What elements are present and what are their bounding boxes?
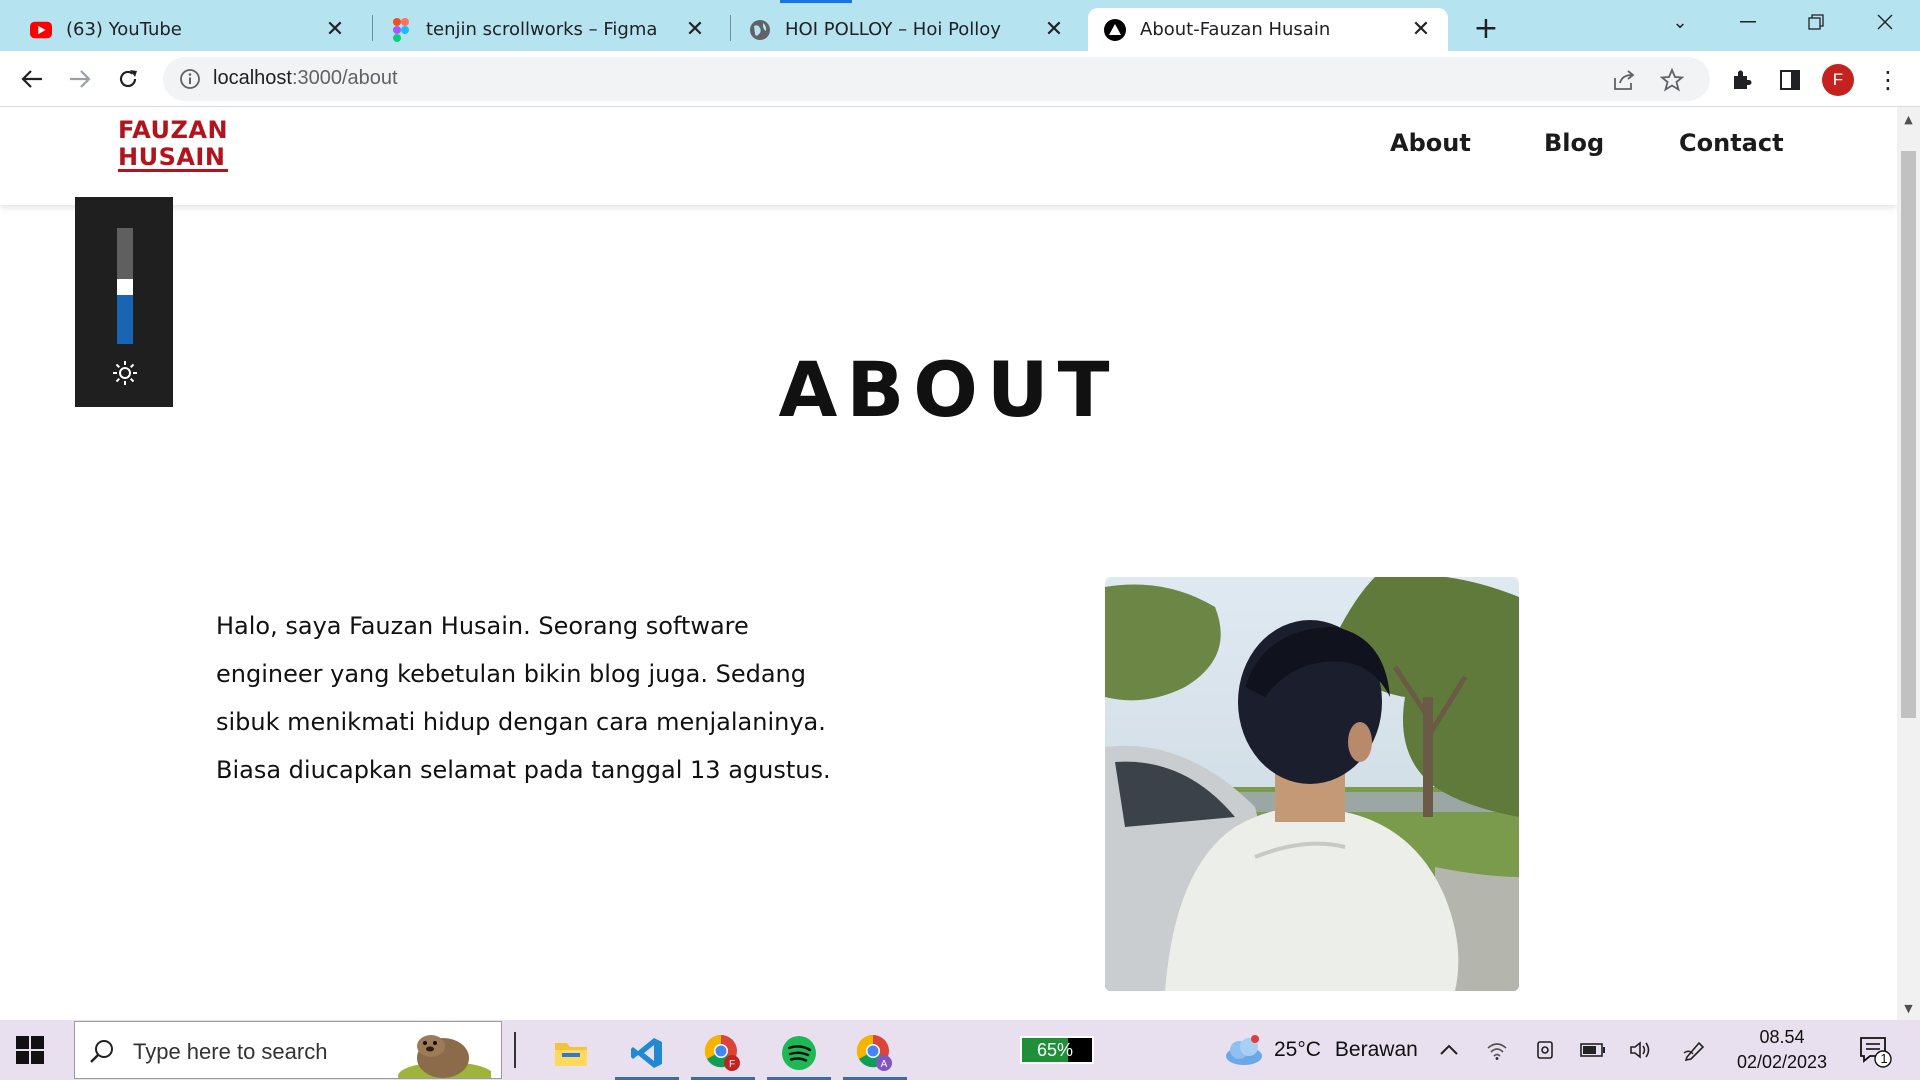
share-icon[interactable] bbox=[1611, 67, 1637, 93]
page-viewport: FAUZAN HUSAIN About Blog Contact ABOUT H… bbox=[0, 107, 1897, 1020]
tab-separator bbox=[372, 15, 373, 41]
loading-indicator bbox=[780, 0, 852, 3]
sun-icon bbox=[113, 361, 137, 385]
address-bar[interactable]: localhost:3000/about bbox=[163, 57, 1710, 101]
file-explorer-icon[interactable] bbox=[535, 1026, 607, 1080]
clock-time: 08.54 bbox=[1759, 1027, 1805, 1047]
site-logo[interactable]: FAUZAN HUSAIN bbox=[118, 117, 228, 171]
battery-percentage-widget[interactable]: 65% bbox=[1020, 1036, 1094, 1064]
url-path: :3000/about bbox=[291, 67, 398, 89]
forward-button[interactable] bbox=[62, 61, 98, 97]
brightness-flyout bbox=[75, 197, 173, 407]
nav-link-contact[interactable]: Contact bbox=[1679, 129, 1784, 157]
taskbar-search-box[interactable]: Type here to search bbox=[74, 1021, 502, 1079]
battery-icon[interactable] bbox=[1580, 1037, 1606, 1063]
tab-title: tenjin scrollworks – Figma bbox=[426, 19, 658, 40]
vscode-icon[interactable] bbox=[611, 1026, 683, 1080]
scrollbar-thumb[interactable] bbox=[1901, 151, 1916, 718]
close-tab-icon[interactable]: ✕ bbox=[324, 17, 346, 42]
svg-text:A: A bbox=[881, 1059, 888, 1070]
tab-hoi-polloy[interactable]: HOI POLLOY – Hoi Polloy ✕ bbox=[733, 8, 1081, 51]
weather-widget[interactable]: 25°C Berawan bbox=[1224, 1034, 1418, 1066]
youtube-icon bbox=[30, 19, 52, 41]
nav-link-blog[interactable]: Blog bbox=[1544, 129, 1604, 157]
scroll-down-arrow-icon[interactable]: ▼ bbox=[1897, 998, 1920, 1018]
tab-title: HOI POLLOY – Hoi Polloy bbox=[785, 19, 1001, 40]
triangle-logo-icon bbox=[1104, 18, 1126, 41]
close-tab-icon[interactable]: ✕ bbox=[1043, 17, 1065, 42]
windows-start-icon[interactable] bbox=[16, 1036, 44, 1064]
logo-underline bbox=[118, 169, 228, 172]
extensions-puzzle-icon[interactable] bbox=[1728, 66, 1756, 94]
logo-line-2: HUSAIN bbox=[118, 143, 226, 171]
groundhog-search-highlight-icon bbox=[398, 1035, 491, 1078]
volume-icon[interactable] bbox=[1628, 1037, 1654, 1063]
close-tab-icon[interactable]: ✕ bbox=[684, 17, 706, 42]
bookmark-star-icon[interactable] bbox=[1659, 67, 1685, 93]
tab-title: About-Fauzan Husain bbox=[1140, 19, 1331, 40]
svg-text:F: F bbox=[729, 1059, 735, 1070]
tab-search-chevron-icon[interactable]: ⌄ bbox=[1650, 0, 1710, 44]
tab-separator bbox=[730, 15, 731, 41]
chrome-profile-f-icon[interactable]: F bbox=[687, 1026, 759, 1080]
close-tab-icon[interactable]: ✕ bbox=[1410, 17, 1432, 42]
logo-line-1: FAUZAN bbox=[118, 116, 229, 144]
scroll-up-arrow-icon[interactable]: ▲ bbox=[1897, 109, 1920, 129]
menu-kebab-icon[interactable]: ⋮ bbox=[1874, 66, 1902, 94]
tab-title: (63) YouTube bbox=[66, 19, 182, 40]
reload-button[interactable] bbox=[110, 61, 146, 97]
side-panel-icon[interactable] bbox=[1776, 66, 1804, 94]
notification-count-badge: 1 bbox=[1880, 1051, 1888, 1066]
back-button[interactable] bbox=[14, 61, 50, 97]
spotify-icon[interactable] bbox=[763, 1026, 835, 1080]
new-tab-button[interactable]: + bbox=[1468, 10, 1504, 46]
page-scrollbar[interactable]: ▲ ▼ bbox=[1897, 107, 1920, 1020]
show-hidden-icons-chevron-icon[interactable] bbox=[1436, 1037, 1462, 1063]
url-host: localhost bbox=[213, 67, 292, 89]
minimize-button[interactable] bbox=[1718, 0, 1778, 44]
close-window-button[interactable] bbox=[1855, 0, 1915, 44]
about-bio: Halo, saya Fauzan Husain. Seorang softwa… bbox=[216, 612, 831, 784]
site-header: FAUZAN HUSAIN About Blog Contact bbox=[0, 107, 1897, 205]
weather-description: Berawan bbox=[1334, 1038, 1418, 1061]
pen-ink-icon[interactable] bbox=[1682, 1037, 1708, 1063]
restore-button[interactable] bbox=[1786, 0, 1846, 44]
browser-toolbar: localhost:3000/about F ⋮ bbox=[0, 51, 1920, 107]
system-clock[interactable]: 08.54 02/02/2023 bbox=[1724, 1025, 1840, 1075]
windows-taskbar: Type here to search F A 65% 25°C Berawan bbox=[0, 1020, 1920, 1080]
chrome-profile-a-icon[interactable]: A bbox=[839, 1026, 911, 1080]
tab-about-active[interactable]: About-Fauzan Husain ✕ bbox=[1088, 8, 1448, 51]
taskbar-divider bbox=[514, 1032, 516, 1068]
tab-youtube[interactable]: (63) YouTube ✕ bbox=[14, 8, 362, 51]
meet-now-icon[interactable] bbox=[1532, 1037, 1558, 1063]
brightness-slider-thumb[interactable] bbox=[117, 279, 133, 295]
battery-percent-text: 65% bbox=[1036, 1040, 1074, 1060]
page-title: ABOUT bbox=[778, 345, 1119, 434]
clock-date: 02/02/2023 bbox=[1736, 1052, 1828, 1072]
tab-strip: (63) YouTube ✕ tenjin scrollworks – Figm… bbox=[0, 0, 1920, 51]
cloudy-weather-icon bbox=[1226, 1035, 1262, 1065]
tab-figma[interactable]: tenjin scrollworks – Figma ✕ bbox=[374, 8, 722, 51]
search-placeholder: Type here to search bbox=[133, 1039, 328, 1064]
wifi-icon[interactable] bbox=[1484, 1037, 1510, 1063]
profile-photo bbox=[1105, 577, 1519, 991]
site-info-icon[interactable] bbox=[179, 68, 201, 90]
url-text: localhost:3000/about bbox=[213, 67, 398, 90]
profile-avatar[interactable]: F bbox=[1822, 64, 1854, 96]
search-icon bbox=[90, 1040, 113, 1063]
nav-link-about[interactable]: About bbox=[1390, 129, 1471, 157]
figma-icon bbox=[390, 17, 412, 42]
globe-icon bbox=[749, 19, 771, 41]
weather-temperature: 25°C bbox=[1274, 1038, 1321, 1061]
